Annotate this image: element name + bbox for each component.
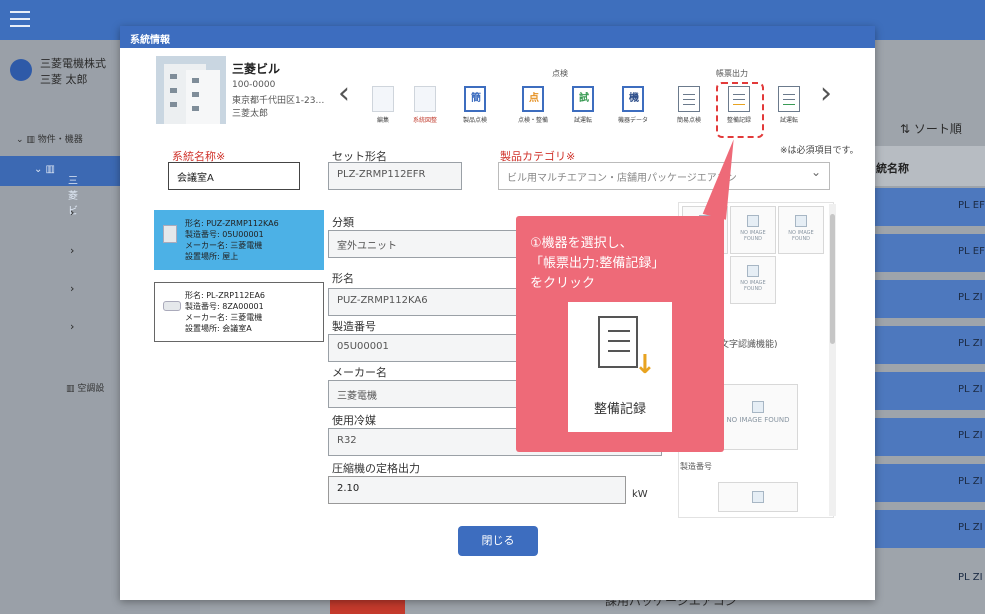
set-model-field[interactable]: PLZ-ZRMP112EFR [328, 162, 462, 190]
inspection-icon: 点 [522, 86, 544, 112]
building-zip: 100-0000 [232, 80, 276, 90]
classification-label: 分類 [332, 216, 354, 229]
system-name-field[interactable]: 会議室A [168, 162, 300, 190]
document-icon [678, 86, 700, 112]
simple-inspection-report-button[interactable]: 簡易点検 [674, 86, 704, 124]
image-icon [752, 491, 764, 503]
maker-label: メーカー名 [332, 366, 387, 379]
highlight-box [716, 82, 764, 138]
product-category-select[interactable]: ビル用マルチエアコン・店舗用パッケージエアコン [498, 162, 830, 190]
table-cell: PL ZI [958, 338, 983, 349]
test-run-button[interactable]: 試 試運転 [568, 86, 598, 124]
edit-button[interactable]: 編集 [368, 86, 398, 124]
callout-line-1: ①機器を選択し、 [530, 236, 633, 251]
building-name: 三菱ビル [232, 62, 281, 76]
image-placeholder[interactable]: NO IMAGE FOUND [718, 384, 798, 450]
device-card[interactable]: 形名: PL-ZRP112EA6 製造番号: 8ZA00001 メーカー名: 三… [154, 282, 324, 342]
compressor-output-field[interactable]: 2.10 [328, 476, 626, 504]
edit-icon [372, 86, 394, 112]
image-placeholder[interactable]: NO IMAGE FOUND [730, 206, 776, 254]
company-name: 三菱電機株式 [40, 57, 106, 70]
chevron-right-icon[interactable]: › [820, 76, 832, 111]
table-cell: PL ZI [958, 572, 983, 583]
table-cell: PL ZI [958, 430, 983, 441]
image-icon [747, 215, 759, 227]
group-label-inspection: 点検 [552, 69, 568, 78]
indoor-unit-icon [163, 301, 181, 311]
diagram-icon [414, 86, 436, 112]
pre-inspection-icon: 簡 [464, 86, 486, 112]
required-note: ※は必須項目です。 [780, 146, 859, 156]
model-label: 形名 [332, 272, 354, 285]
tree-item[interactable]: › [70, 320, 74, 333]
outdoor-unit-icon [163, 225, 177, 243]
refrigerant-label: 使用冷媒 [332, 414, 376, 427]
device-data-button[interactable]: 機 機器データ [618, 86, 648, 124]
callout-line-3: をクリック [530, 276, 596, 291]
callout-icon-caption: 整備記録 [593, 402, 646, 417]
device-card[interactable]: 形名: PUZ-ZRMP112KA6 製造番号: 05U00001 メーカー名:… [154, 210, 324, 270]
device-data-icon: 機 [622, 86, 644, 112]
ocr-label: 文字認識機能) [720, 340, 778, 350]
inspection-maintenance-button[interactable]: 点 点検・整備 [518, 86, 548, 124]
instruction-callout: ①機器を選択し、 「帳票出力:整備記録」 をクリック ↓ 整備記録 [516, 216, 724, 452]
test-run-icon: 試 [572, 86, 594, 112]
serial-label: 製造番号 [332, 320, 376, 333]
chevron-left-icon[interactable]: ‹ [338, 76, 350, 111]
table-cell: PL ZI [958, 384, 983, 395]
avatar-icon [10, 59, 32, 81]
modal-title: 系統情報 [120, 26, 875, 48]
image-icon [795, 215, 807, 227]
tree-item-aircon[interactable]: ▥ 空調設 [66, 381, 104, 394]
system-diagram-button[interactable]: 系統図整 [410, 86, 440, 124]
scrollbar-thumb[interactable] [830, 214, 835, 344]
sort-button[interactable]: ⇅ ソート順 [900, 120, 962, 137]
table-cell: PL ZI [958, 292, 983, 303]
menu-icon[interactable] [10, 11, 30, 27]
callout-icon-card: ↓ 整備記録 [568, 302, 672, 432]
tree-header[interactable]: ⌄ ▥ 物件・機器 [16, 132, 83, 145]
image-icon [747, 265, 759, 277]
close-button[interactable]: 閉じる [458, 526, 538, 556]
compressor-unit: kW [632, 489, 648, 500]
image-placeholder[interactable]: NO IMAGE FOUND [730, 256, 776, 304]
image-icon [752, 401, 764, 413]
pre-inspection-button[interactable]: 簡 製品点検 [460, 86, 490, 124]
tree-item[interactable]: › [70, 206, 74, 219]
table-cell: PL ZI [958, 476, 983, 487]
building-photo [156, 56, 226, 124]
callout-line-2: 「帳票出力:整備記録」 [530, 256, 665, 271]
tree-item[interactable]: › [70, 244, 74, 257]
image-placeholder[interactable] [718, 482, 798, 512]
building-address: 東京都千代田区1-23… [232, 96, 325, 106]
compressor-output-label: 圧縮機の定格出力 [332, 462, 420, 475]
document-icon [778, 86, 800, 112]
table-cell: PL ZI [958, 522, 983, 533]
maintenance-record-icon [598, 316, 638, 368]
download-arrow-icon: ↓ [634, 350, 656, 380]
test-run-report-button[interactable]: 試運転 [774, 86, 804, 124]
red-status-bar [330, 600, 405, 614]
image-placeholder[interactable]: NO IMAGE FOUND [778, 206, 824, 254]
column-header[interactable]: 統名称 [868, 146, 985, 186]
system-info-modal: 系統情報 三菱ビル 100-0000 東京都千代田区1-23… 三菱太郎 ‹ ›… [120, 26, 875, 600]
group-label-report: 帳票出力 [716, 69, 748, 78]
table-cell: PL EF [958, 200, 985, 211]
tree-item[interactable]: › [70, 282, 74, 295]
user-name: 三菱 太郎 [40, 73, 88, 86]
serial-image-label: 製造番号 [680, 462, 712, 471]
building-owner: 三菱太郎 [232, 109, 269, 119]
table-cell: PL EF [958, 246, 985, 257]
